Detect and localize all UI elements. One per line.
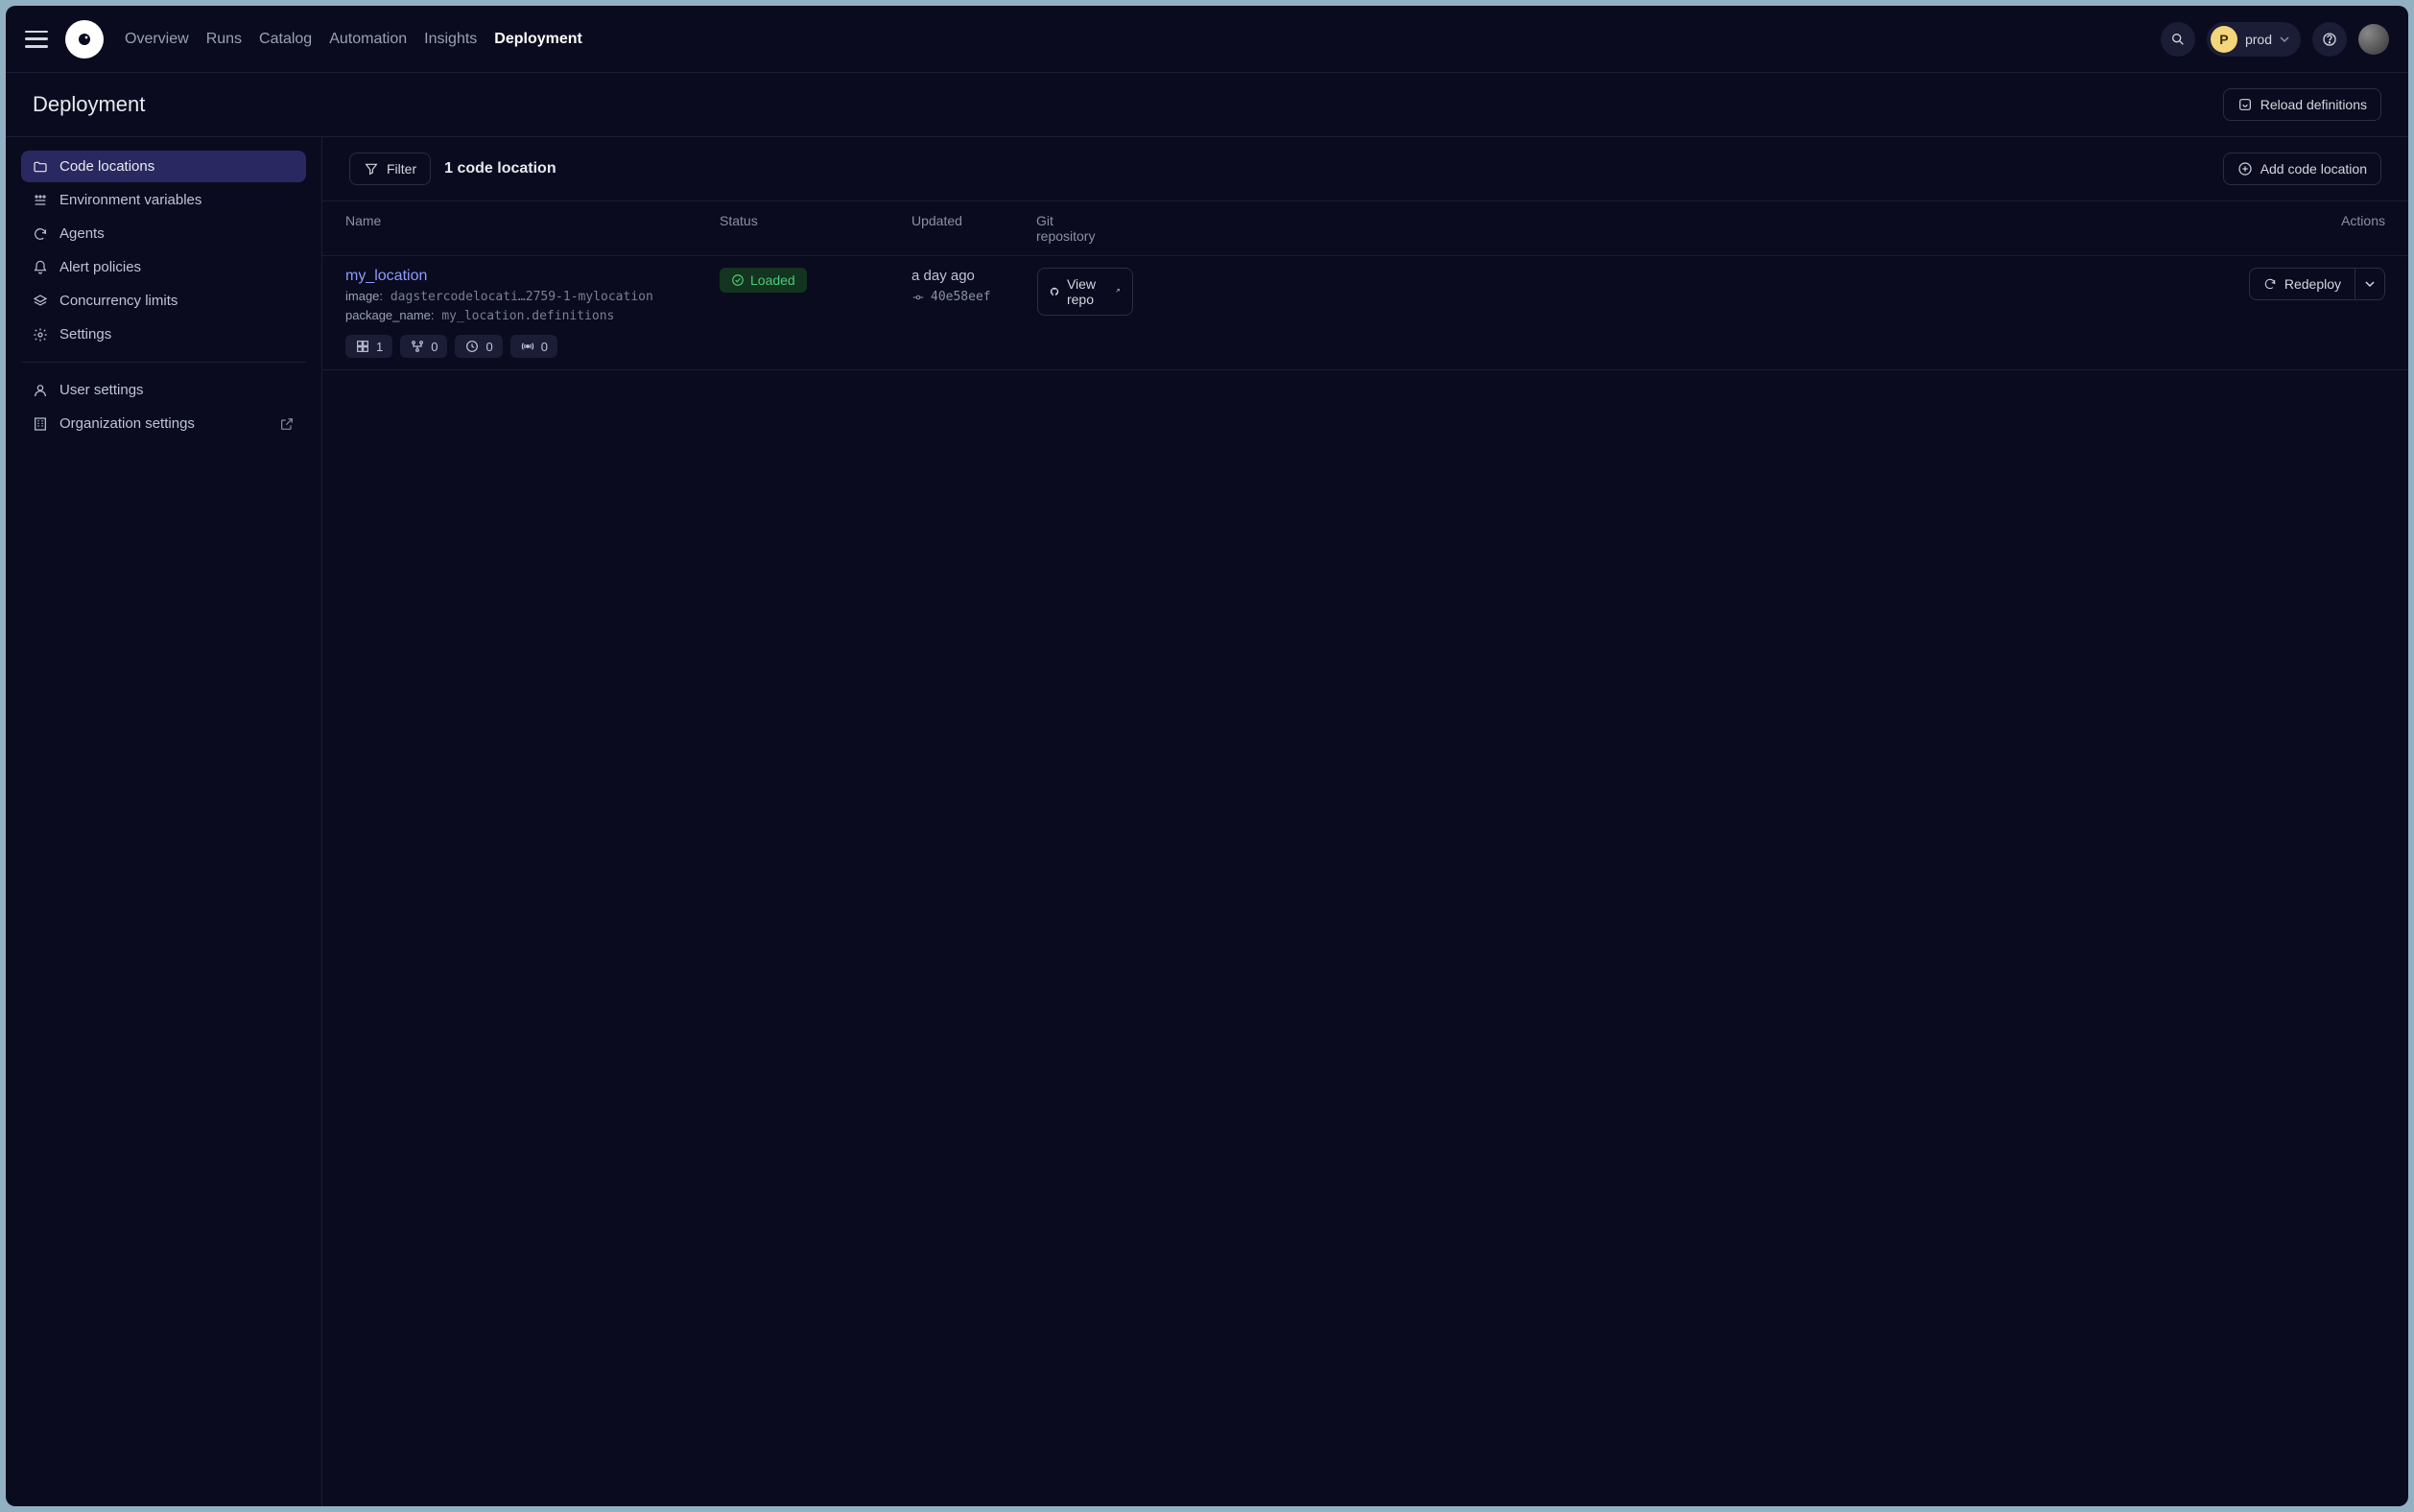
env-name: prod	[2245, 32, 2272, 47]
page-title: Deployment	[33, 92, 145, 117]
reload-definitions-button[interactable]: Reload definitions	[2223, 88, 2381, 121]
variables-icon	[33, 193, 48, 208]
sensor-icon	[520, 339, 535, 354]
table-row: my_location image: dagstercodelocati…275…	[322, 256, 2408, 370]
sidebar-item-alert-policies[interactable]: Alert policies	[21, 251, 306, 283]
add-label: Add code location	[2260, 161, 2367, 177]
user-icon	[33, 383, 48, 398]
logo[interactable]	[65, 20, 104, 59]
sidebar-item-settings[interactable]: Settings	[21, 319, 306, 350]
page-header: Deployment Reload definitions	[6, 73, 2408, 137]
sidebar-label: Organization settings	[59, 415, 195, 432]
bell-icon	[33, 260, 48, 275]
package-meta: package_name: my_location.definitions	[345, 308, 614, 323]
sidebar: Code locations Environment variables Age…	[6, 137, 322, 1506]
plus-circle-icon	[2237, 161, 2253, 177]
filter-label: Filter	[387, 161, 416, 177]
code-locations-table: Name Status Updated Git repository Actio…	[322, 201, 2408, 370]
nav-automation[interactable]: Automation	[329, 31, 407, 48]
redeploy-icon	[2263, 277, 2277, 291]
table-header: Name Status Updated Git repository Actio…	[322, 201, 2408, 256]
view-repo-button[interactable]: View repo	[1037, 268, 1133, 316]
sidebar-item-code-locations[interactable]: Code locations	[21, 151, 306, 182]
user-avatar[interactable]	[2358, 24, 2389, 55]
external-link-icon	[279, 416, 295, 432]
check-circle-icon	[731, 273, 745, 287]
nav-links: Overview Runs Catalog Automation Insight…	[125, 31, 582, 48]
redeploy-menu-button[interactable]	[2355, 268, 2385, 300]
jobs-chip[interactable]: 0	[400, 335, 447, 358]
sidebar-item-user-settings[interactable]: User settings	[21, 374, 306, 406]
sidebar-item-agents[interactable]: Agents	[21, 218, 306, 249]
external-link-icon	[1113, 286, 1121, 297]
gear-icon	[33, 327, 48, 343]
assets-chip[interactable]: 1	[345, 335, 392, 358]
refresh-icon	[33, 226, 48, 242]
nav-runs[interactable]: Runs	[206, 31, 242, 48]
sidebar-label: Code locations	[59, 158, 154, 175]
sidebar-divider	[21, 362, 306, 363]
th-actions: Actions	[1138, 201, 2408, 255]
schedules-chip[interactable]: 0	[455, 335, 502, 358]
th-git: Git repository	[1013, 201, 1138, 255]
nav-insights[interactable]: Insights	[424, 31, 477, 48]
reload-icon	[2237, 97, 2253, 112]
th-name: Name	[322, 201, 697, 255]
search-button[interactable]	[2161, 22, 2195, 57]
top-nav: Overview Runs Catalog Automation Insight…	[6, 6, 2408, 73]
nav-overview[interactable]: Overview	[125, 31, 189, 48]
image-meta: image: dagstercodelocati…2759-1-mylocati…	[345, 289, 653, 304]
sidebar-label: User settings	[59, 382, 144, 398]
github-icon	[1050, 284, 1059, 299]
status-badge: Loaded	[720, 268, 807, 293]
menu-icon[interactable]	[25, 31, 48, 48]
sidebar-label: Settings	[59, 326, 111, 343]
building-icon	[33, 416, 48, 432]
help-button[interactable]	[2312, 22, 2347, 57]
sidebar-item-environment-variables[interactable]: Environment variables	[21, 184, 306, 216]
updated-time: a day ago	[911, 268, 975, 284]
nav-deployment[interactable]: Deployment	[494, 31, 582, 48]
chevron-down-icon	[2280, 35, 2289, 44]
clock-icon	[464, 339, 480, 354]
jobs-icon	[410, 339, 425, 354]
th-updated: Updated	[888, 201, 1013, 255]
env-badge: P	[2211, 26, 2237, 53]
add-code-location-button[interactable]: Add code location	[2223, 153, 2381, 185]
sidebar-label: Alert policies	[59, 259, 141, 275]
sensors-chip[interactable]: 0	[510, 335, 557, 358]
layers-icon	[33, 294, 48, 309]
sidebar-label: Concurrency limits	[59, 293, 178, 309]
assets-icon	[355, 339, 370, 354]
th-status: Status	[697, 201, 888, 255]
location-name-link[interactable]: my_location	[345, 268, 427, 285]
sidebar-label: Agents	[59, 225, 105, 242]
sidebar-item-concurrency-limits[interactable]: Concurrency limits	[21, 285, 306, 317]
commit-hash[interactable]: 40e58eef	[911, 290, 991, 304]
sidebar-label: Environment variables	[59, 192, 201, 208]
sidebar-item-organization-settings[interactable]: Organization settings	[21, 408, 306, 439]
nav-catalog[interactable]: Catalog	[259, 31, 312, 48]
folder-icon	[33, 159, 48, 175]
toolbar: Filter 1 code location Add code location	[322, 137, 2408, 201]
reload-label: Reload definitions	[2260, 97, 2367, 112]
commit-icon	[911, 291, 925, 304]
location-count: 1 code location	[444, 160, 556, 177]
redeploy-button[interactable]: Redeploy	[2249, 268, 2355, 300]
chevron-down-icon	[2365, 279, 2375, 289]
filter-button[interactable]: Filter	[349, 153, 431, 185]
environment-selector[interactable]: P prod	[2207, 22, 2301, 57]
filter-icon	[364, 161, 379, 177]
